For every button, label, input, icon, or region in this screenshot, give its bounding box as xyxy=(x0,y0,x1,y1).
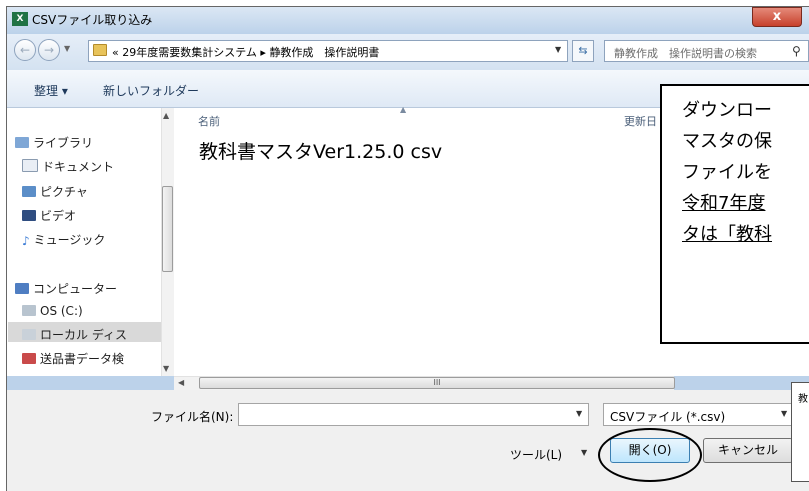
library-icon xyxy=(15,137,29,148)
filetype-dropdown-icon[interactable]: ▼ xyxy=(781,409,787,418)
breadcrumb-item[interactable]: 29年度需要数集計システム xyxy=(122,46,257,59)
sidebar-scroll-thumb[interactable] xyxy=(162,186,173,272)
overlay-box-text: 教 xyxy=(798,394,808,405)
filename-field[interactable] xyxy=(238,403,589,426)
sidebar-item-documents[interactable]: ドキュメント xyxy=(22,158,114,175)
sidebar-item-computer[interactable]: コンピューター xyxy=(15,280,117,297)
highlight-ellipse xyxy=(598,428,702,482)
callout-line-underlined: 令和7年度 xyxy=(682,193,766,214)
drive-icon xyxy=(22,329,36,340)
callout-line: ファイルを xyxy=(682,162,772,183)
scroll-down-icon[interactable]: ▼ xyxy=(163,364,169,373)
breadcrumb[interactable]: « 29年度需要数集計システム ▸ 静教作成 操作説明書 xyxy=(112,44,379,60)
tools-dropdown-icon[interactable]: ▼ xyxy=(581,448,587,457)
column-header-name[interactable]: 名前 xyxy=(198,113,220,129)
horizontal-scroll-thumb[interactable]: III xyxy=(199,377,675,389)
breadcrumb-overflow[interactable]: « xyxy=(112,46,119,59)
window-title: CSVファイル取り込み xyxy=(32,13,153,27)
refresh-button[interactable]: ⇆ xyxy=(572,40,594,62)
close-button[interactable]: x xyxy=(752,7,802,27)
cancel-button[interactable]: キャンセル xyxy=(703,438,793,463)
music-icon: ♪ xyxy=(22,234,30,248)
picture-icon xyxy=(22,186,36,197)
filetype-value: CSVファイル (*.csv) xyxy=(610,410,726,424)
video-icon xyxy=(22,210,36,221)
sidebar-item-library[interactable]: ライブラリ xyxy=(15,134,93,151)
breadcrumb-separator[interactable]: ▸ xyxy=(260,46,266,59)
sidebar-item-os-drive[interactable]: OS (C:) xyxy=(22,304,83,318)
computer-icon xyxy=(15,283,29,294)
back-button[interactable]: ← xyxy=(14,39,36,61)
callout-line: ダウンロー xyxy=(682,100,772,121)
sidebar-item-videos[interactable]: ビデオ xyxy=(22,207,76,224)
drive-icon xyxy=(22,305,36,316)
excel-icon: X xyxy=(12,12,28,26)
sidebar-item-music[interactable]: ♪ ミュージック xyxy=(22,231,105,248)
sidebar-item-local-disk[interactable]: ローカル ディス xyxy=(22,326,127,343)
scroll-up-icon[interactable]: ▲ xyxy=(163,111,169,120)
folder-icon xyxy=(93,44,107,56)
callout-line-underlined: タは「教科 xyxy=(682,224,772,245)
filename-dropdown-icon[interactable]: ▼ xyxy=(576,409,582,418)
network-drive-icon xyxy=(22,353,36,364)
column-header-modified[interactable]: 更新日 xyxy=(624,113,657,129)
address-dropdown-icon[interactable]: ▼ xyxy=(555,45,561,54)
document-icon xyxy=(22,159,38,172)
new-folder-button[interactable]: 新しいフォルダー xyxy=(103,82,199,99)
search-placeholder: 静教作成 操作説明書の検索 xyxy=(614,47,757,60)
search-icon[interactable]: ⚲ xyxy=(792,44,801,58)
sidebar-item-pictures[interactable]: ピクチャ xyxy=(22,183,88,200)
sort-ascending-icon: ▲ xyxy=(400,105,407,114)
tools-button[interactable]: ツール(L) xyxy=(510,446,562,463)
history-dropdown-icon[interactable]: ▼ xyxy=(64,44,70,53)
callout-line: マスタの保 xyxy=(682,131,772,152)
filename-label: ファイル名(N): xyxy=(151,410,234,424)
sidebar-item-network-drive[interactable]: 送品書データ検 xyxy=(22,350,124,367)
scroll-left-icon[interactable]: ◀ xyxy=(178,378,184,387)
file-name[interactable]: 教科書マスタVer1.25.0 csv xyxy=(199,137,442,164)
forward-button[interactable]: → xyxy=(38,39,60,61)
breadcrumb-item[interactable]: 静教作成 操作説明書 xyxy=(269,46,379,59)
organize-button[interactable]: 整理 ▾ xyxy=(34,82,68,99)
